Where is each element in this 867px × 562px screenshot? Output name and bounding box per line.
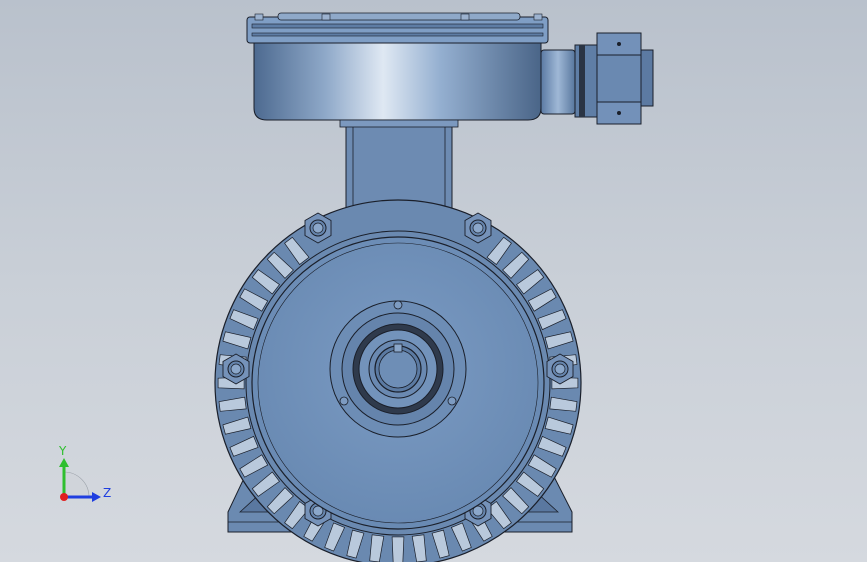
- clamp-screw: [617, 42, 621, 46]
- cooling-fin: [391, 536, 405, 562]
- cover-bolt: [447, 396, 457, 406]
- lid-screw: [533, 13, 543, 21]
- terminal-box-body: [253, 42, 542, 121]
- cover-bolt: [339, 396, 349, 406]
- clamp-screw: [617, 111, 621, 115]
- terminal-box-rim-lower: [251, 32, 544, 37]
- terminal-box-cap: [277, 12, 521, 21]
- triad-plane-icon: [63, 471, 90, 498]
- gland-core: [596, 54, 642, 103]
- orientation-triad: Y Z: [58, 444, 111, 502]
- y-arrow-head: [59, 458, 69, 467]
- terminal-box-lid: [246, 16, 549, 44]
- lid-screw: [254, 13, 264, 21]
- y-axis-label: Y: [58, 444, 67, 458]
- end-shield[interactable]: [251, 236, 545, 530]
- z-axis-label: Z: [103, 486, 111, 500]
- gland-body: [540, 49, 576, 115]
- lid-screw: [460, 13, 470, 21]
- shaft-end: [378, 349, 418, 389]
- gland-nut: [574, 44, 598, 118]
- terminal-box-rim: [251, 23, 544, 29]
- gland-ring: [579, 45, 585, 117]
- x-axis-dot: [60, 493, 68, 501]
- shaft-keyway: [393, 343, 403, 353]
- cover-bolt: [393, 300, 403, 310]
- z-arrow-head: [92, 492, 101, 502]
- gland-end: [640, 49, 654, 107]
- lid-screw: [321, 13, 331, 21]
- cable-gland[interactable]: [540, 32, 654, 125]
- terminal-box[interactable]: [246, 12, 549, 121]
- cad-3d-viewport[interactable]: Y Z: [0, 0, 867, 562]
